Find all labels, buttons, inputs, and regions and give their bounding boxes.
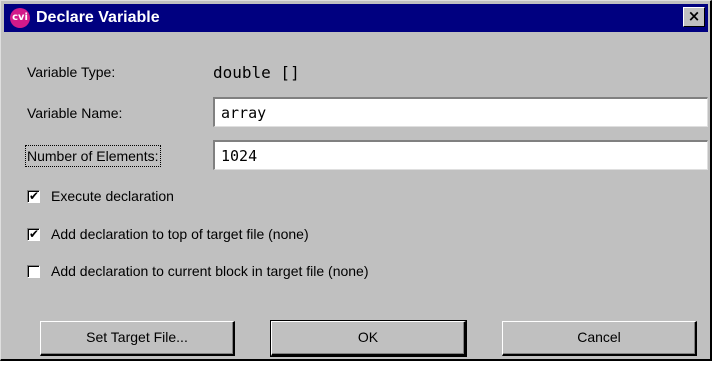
checkbox-label: Add declaration to current block in targ… <box>51 263 369 279</box>
checkmark-icon: ✔ <box>29 227 40 241</box>
title-bar[interactable]: cvi Declare Variable × <box>4 4 708 32</box>
ok-button[interactable]: OK <box>270 320 467 357</box>
declare-variable-dialog: cvi Declare Variable × Variable Type: do… <box>0 0 712 361</box>
number-of-elements-input[interactable]: 1024 <box>213 140 708 170</box>
variable-name-input[interactable]: array <box>213 97 708 127</box>
cvi-app-icon: cvi <box>10 8 30 28</box>
variable-type-value: double [] <box>213 63 300 82</box>
checkbox-label: Add declaration to top of target file (n… <box>51 226 309 242</box>
close-icon[interactable]: × <box>683 7 705 27</box>
variable-type-label: Variable Type: <box>27 64 116 80</box>
dialog-title: Declare Variable <box>36 9 160 26</box>
variable-name-label: Variable Name: <box>27 105 123 121</box>
checkbox-box[interactable]: ✔ <box>27 189 40 203</box>
set-target-file-button[interactable]: Set Target File... <box>40 321 235 356</box>
checkbox-label: Execute declaration <box>51 188 174 204</box>
number-of-elements-label: Number of Elements: <box>25 145 161 167</box>
checkmark-icon: ✔ <box>29 189 40 203</box>
checkbox-box[interactable] <box>27 265 40 278</box>
checkbox-box[interactable]: ✔ <box>27 227 40 241</box>
cancel-button[interactable]: Cancel <box>502 321 697 356</box>
